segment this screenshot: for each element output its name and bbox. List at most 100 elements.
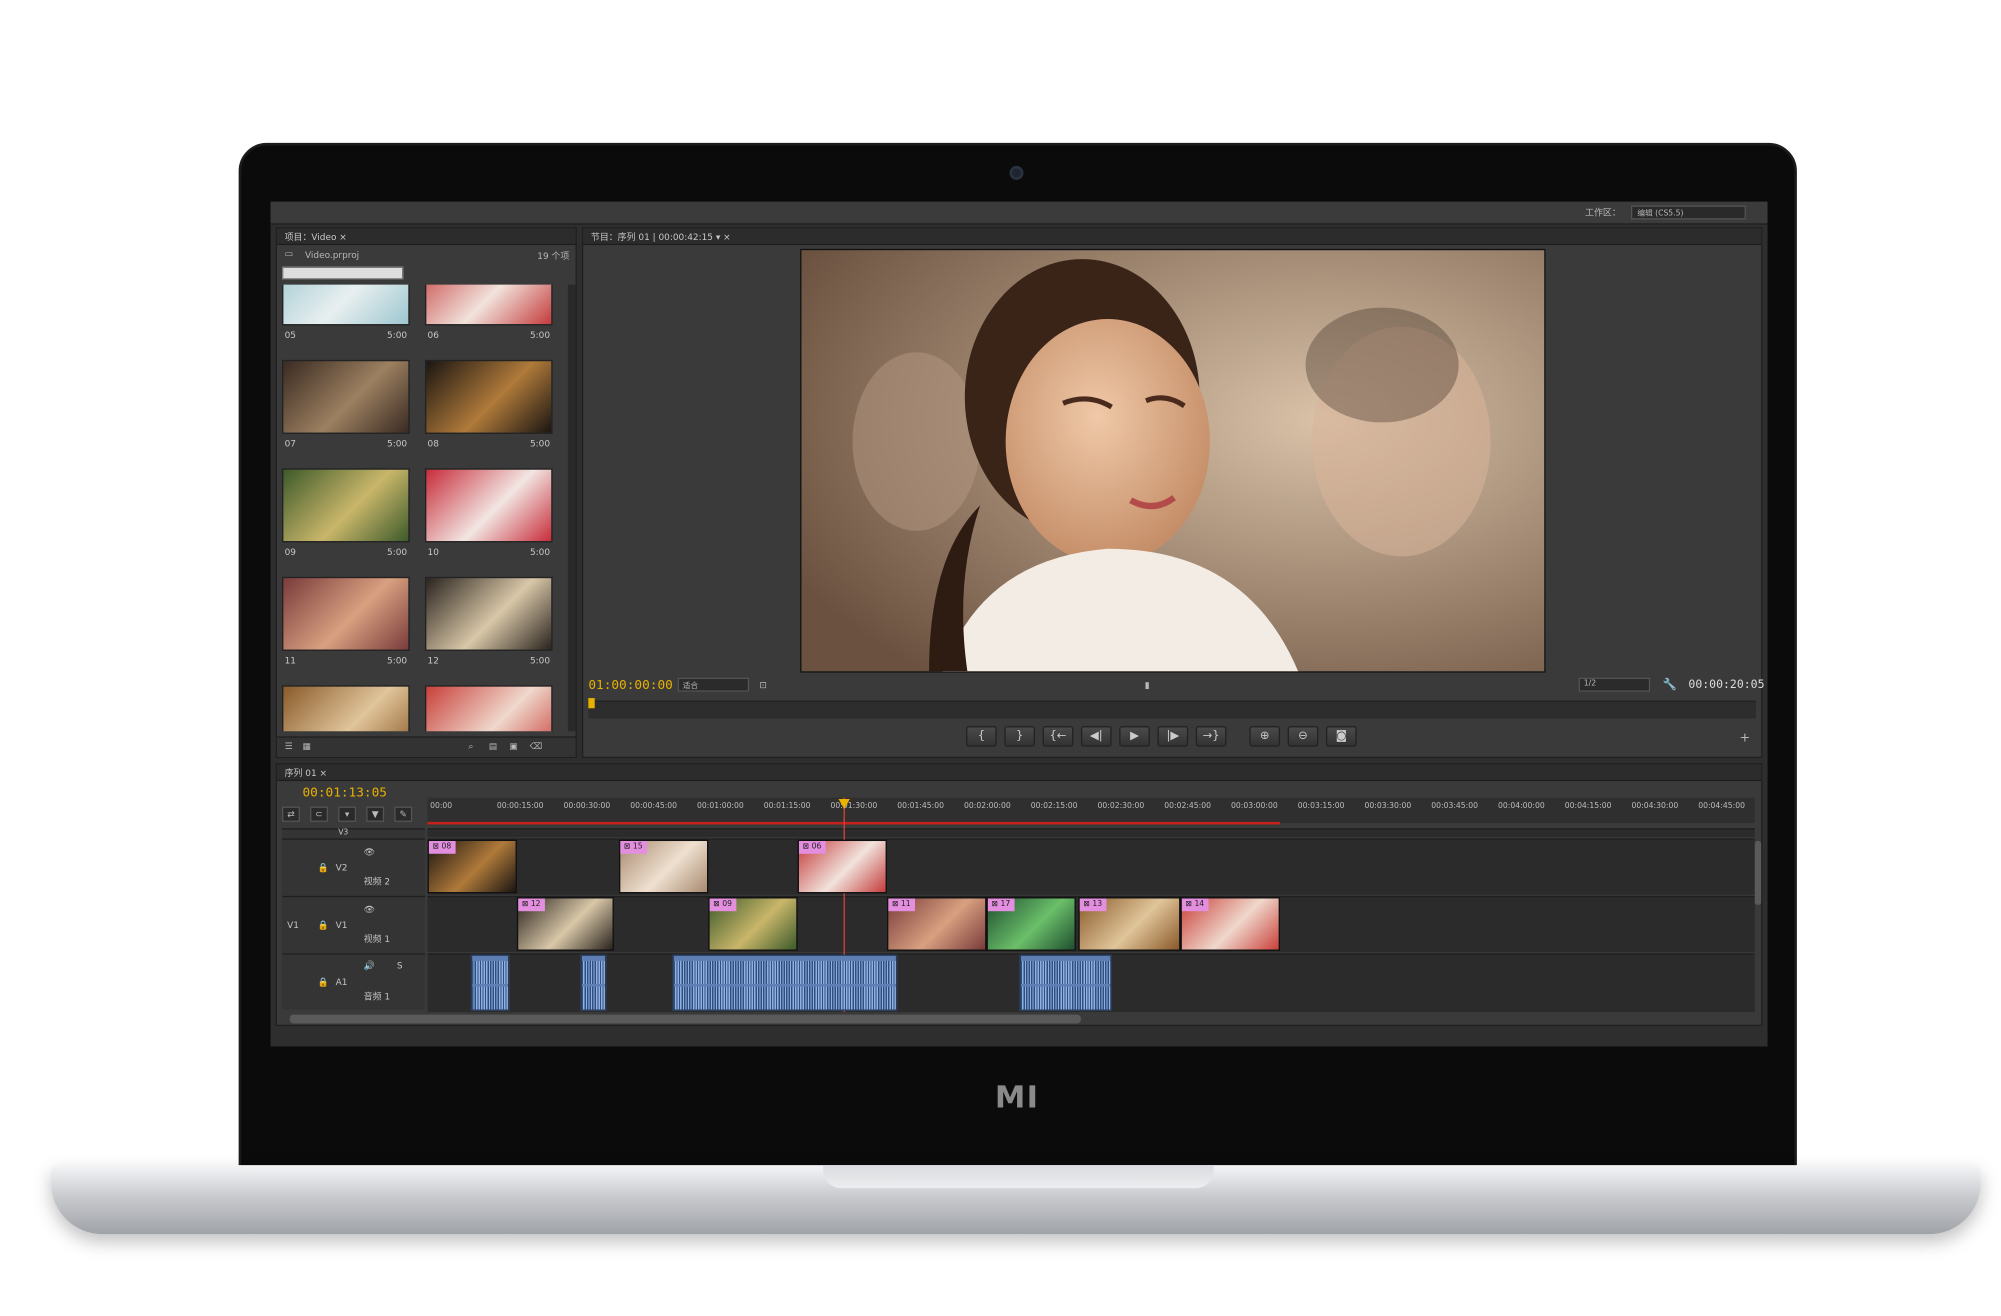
program-timecode[interactable]: 01:00:00:00 (588, 679, 673, 693)
clip-thumbnail[interactable]: 08 5:00 (424, 359, 555, 462)
ruler-tick-label: 00:01:30:00 (830, 801, 878, 811)
audio-clip[interactable] (672, 954, 898, 1011)
transport-button[interactable]: ◀| (1080, 726, 1112, 747)
transport-button[interactable]: ⊕ (1249, 726, 1281, 747)
link-icon[interactable]: ⊂ (310, 806, 328, 822)
thumbnail-image (282, 468, 410, 543)
clip-label: ⊠ 06 (798, 841, 826, 854)
clip-duration: 5:00 (387, 330, 408, 341)
new-item-icon[interactable]: ▣ (509, 741, 517, 751)
transport-button[interactable]: { (966, 726, 997, 747)
track-scrollbar[interactable] (1754, 841, 1762, 905)
timeline-ruler[interactable]: 00:00 00:00:15:00 00:00:30:00 00:00:45:00 00… (427, 797, 1755, 824)
track-label-v2[interactable]: V2 (336, 863, 348, 873)
track-channel-a1: S (396, 960, 403, 972)
wrench-icon[interactable]: 🔧 (1663, 679, 1677, 692)
list-view-icon[interactable]: ☰ (285, 741, 293, 751)
eye-icon[interactable]: 👁 (364, 905, 375, 915)
video-clip[interactable]: ⊠ 17 (986, 897, 1076, 951)
clip-thumbnail[interactable]: 13 (282, 685, 412, 732)
wrench-icon[interactable]: ✎ (394, 806, 413, 822)
monitor-time-ruler[interactable] (588, 700, 1757, 719)
resolution-select[interactable]: 1/2 (1578, 677, 1651, 692)
trash-icon[interactable]: ⌫ (530, 741, 543, 751)
clip-thumbnail[interactable]: 10 5:00 (424, 468, 555, 570)
lock-icon[interactable]: 🔒 (318, 920, 329, 930)
add-marker-icon[interactable]: ▾ (338, 806, 357, 822)
eye-icon[interactable]: 👁 (364, 847, 375, 857)
clip-thumbnail[interactable]: 07 5:00 (282, 359, 412, 462)
source-label-v1[interactable]: V1 (287, 920, 299, 930)
clip-label: ⊠ 12 (518, 898, 545, 912)
track-v3[interactable] (427, 828, 1755, 838)
transport-button[interactable]: ⊖ (1287, 726, 1319, 747)
video-frame-image (801, 250, 1545, 672)
audio-waveform (1020, 986, 1111, 1010)
ruler-tick-label: 00:02:15:00 (1030, 801, 1078, 811)
lock-icon[interactable]: 🔒 (318, 863, 329, 873)
transport-button[interactable]: ◙ (1325, 726, 1357, 747)
timeline-tab-label: 序列 01 (284, 768, 317, 779)
timeline-scrollbar[interactable] (289, 1014, 1081, 1024)
monitor-tab[interactable]: 节目：序列 01 | 00:00:42:15 ▾ × (583, 228, 1762, 246)
snap-icon[interactable]: ⇄ (282, 806, 300, 822)
clip-thumbnail[interactable]: 12 5:00 (424, 576, 555, 679)
new-bin-icon[interactable]: ▤ (489, 741, 497, 751)
project-panel: 项目：Video × ▭ Video.prproj 19 个项 05 5:00 06… (275, 227, 577, 759)
transport-button[interactable]: } (1004, 726, 1035, 747)
video-clip[interactable]: ⊠ 06 (797, 839, 887, 894)
settings-icon[interactable]: ⊡ (759, 680, 766, 690)
transport-button[interactable]: |▶ (1157, 726, 1189, 747)
ruler-tick-label: 00:00:15:00 (496, 801, 544, 811)
transport-button[interactable]: ▶ (1119, 726, 1150, 747)
clip-thumbnail[interactable]: 06 5:00 (424, 284, 555, 354)
workspace-select[interactable]: 编辑 (CS5.5) (1630, 205, 1746, 220)
marker-flag-icon[interactable]: ▼ (366, 806, 385, 822)
clip-thumbnail[interactable]: 14 (424, 685, 555, 732)
audio-waveform (673, 986, 896, 1010)
project-tab[interactable]: 项目：Video × (276, 228, 576, 246)
marker-icon[interactable]: ▮ (1145, 680, 1150, 690)
ruler-tick-label: 00:02:30:00 (1097, 801, 1145, 811)
timeline-tools: ⇄ ⊂ ▾ ▼ ✎ (282, 806, 425, 825)
search-icon[interactable]: ⌕ (468, 741, 473, 752)
timeline-tab[interactable]: 序列 01 × (276, 764, 1762, 782)
clip-name: 12 (427, 655, 439, 667)
track-label-v3[interactable]: V3 (338, 828, 348, 837)
video-clip[interactable]: ⊠ 14 (1180, 897, 1281, 951)
audio-clip[interactable] (1019, 954, 1112, 1011)
speaker-icon[interactable]: 🔊 (364, 961, 375, 971)
render-bar (427, 821, 1281, 825)
timeline-timecode[interactable]: 00:01:13:05 (302, 786, 387, 800)
video-clip[interactable]: ⊠ 11 (886, 897, 987, 951)
project-toolbar: ☰ ▦ ⌕ ▤ ▣ ⌫ (276, 736, 576, 757)
zoom-select[interactable]: 适合 (677, 677, 750, 692)
project-search-input[interactable] (282, 266, 404, 280)
audio-clip[interactable] (580, 954, 607, 1011)
track-label-a1[interactable]: A1 (336, 978, 348, 988)
workspace-label: 工作区： (1585, 208, 1621, 219)
clip-thumbnail[interactable]: 09 5:00 (282, 468, 412, 570)
track-label-v1[interactable]: V1 (336, 920, 348, 930)
video-clip[interactable]: ⊠ 13 (1078, 897, 1181, 951)
video-clip[interactable]: ⊠ 12 (516, 897, 614, 951)
clip-thumbnail[interactable]: 11 5:00 (282, 576, 412, 679)
audio-clip[interactable] (470, 954, 510, 1011)
ruler-tick-label: 00:00 (430, 801, 453, 811)
folder-icon: ▭ (284, 248, 294, 260)
clip-label: ⊠ 13 (1079, 898, 1106, 912)
thumbnail-image (282, 576, 410, 651)
thumbnail-image (424, 576, 553, 651)
transport-button[interactable]: {← (1042, 726, 1074, 747)
clip-thumbnail[interactable]: 05 5:00 (282, 284, 412, 354)
monitor-playhead[interactable] (588, 698, 595, 709)
lock-icon[interactable]: 🔒 (318, 978, 329, 988)
video-clip[interactable]: ⊠ 09 (708, 897, 798, 951)
icon-view-icon[interactable]: ▦ (302, 741, 310, 751)
transport-button[interactable]: →} (1195, 726, 1227, 747)
add-button-icon[interactable]: + (1739, 731, 1750, 745)
video-clip[interactable]: ⊠ 08 (427, 839, 517, 894)
ruler-tick-label: 00:04:15:00 (1564, 801, 1612, 811)
video-clip[interactable]: ⊠ 15 (618, 839, 709, 894)
project-scrollbar[interactable] (567, 284, 576, 732)
